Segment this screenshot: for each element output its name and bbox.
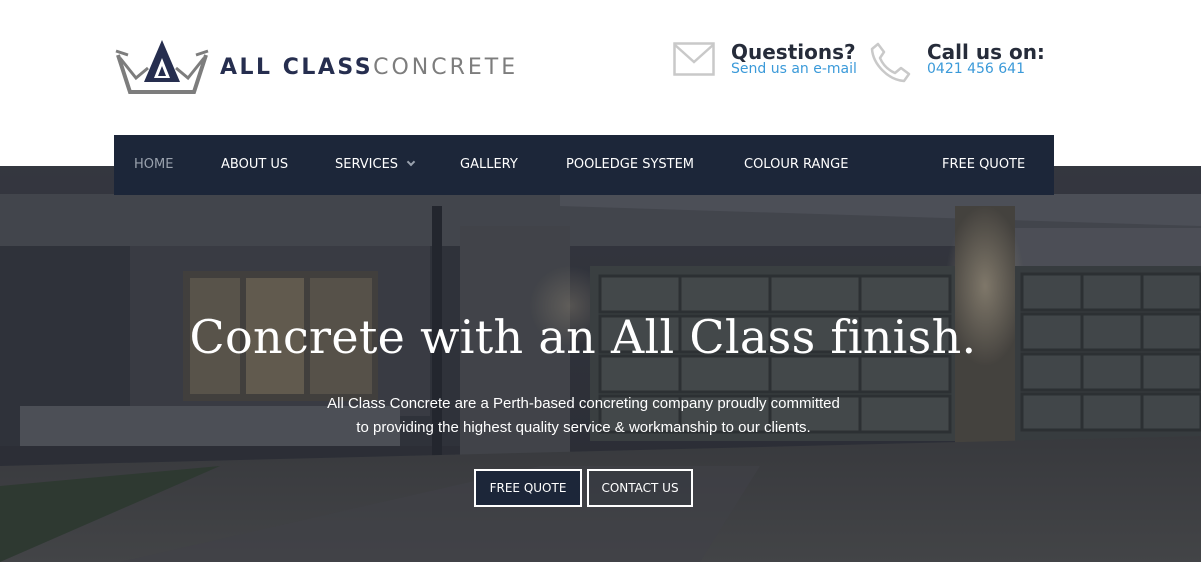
- nav-item-pooledge-system[interactable]: POOLEDGE SYSTEM: [566, 135, 694, 195]
- email-link[interactable]: Send us an e-mail: [731, 60, 857, 78]
- nav-item-services-label: SERVICES: [335, 157, 399, 172]
- contact-us-button[interactable]: CONTACT US: [587, 469, 693, 507]
- nav-item-about-us[interactable]: ABOUT US: [221, 135, 288, 195]
- phone-icon: [870, 42, 911, 83]
- envelope-icon: [673, 42, 715, 76]
- logo-text-primary: ALL CLASS: [220, 55, 374, 80]
- hero-description-line-1: All Class Concrete are a Perth-based con…: [327, 395, 840, 412]
- email-contact[interactable]: Questions? Send us an e-mail: [673, 38, 863, 88]
- phone-contact[interactable]: Call us on: 0421 456 641: [868, 38, 1048, 88]
- nav-item-gallery[interactable]: GALLERY: [460, 135, 518, 195]
- nav-item-services[interactable]: SERVICES: [335, 135, 416, 195]
- phone-number-link[interactable]: 0421 456 641: [927, 60, 1025, 78]
- free-quote-button[interactable]: FREE QUOTE: [474, 469, 582, 507]
- chevron-down-icon: [406, 157, 416, 167]
- nav-item-home[interactable]: HOME: [134, 135, 173, 195]
- hero-section: Concrete with an All Class finish. All C…: [0, 166, 1201, 562]
- hero-title: Concrete with an All Class finish.: [189, 310, 977, 364]
- nav-item-free-quote[interactable]: FREE QUOTE: [942, 135, 1025, 195]
- main-navigation: HOME ABOUT US SERVICES GALLERY POOLEDGE …: [114, 135, 1054, 195]
- logo-text-secondary: CONCRETE: [373, 55, 519, 80]
- nav-item-colour-range[interactable]: COLOUR RANGE: [744, 135, 848, 195]
- crown-logo-icon: [115, 40, 209, 94]
- site-logo[interactable]: ALL CLASSCONCRETE: [114, 38, 515, 98]
- hero-description-line-2: to providing the highest quality service…: [356, 419, 811, 436]
- logo-wordmark: ALL CLASSCONCRETE: [220, 54, 518, 82]
